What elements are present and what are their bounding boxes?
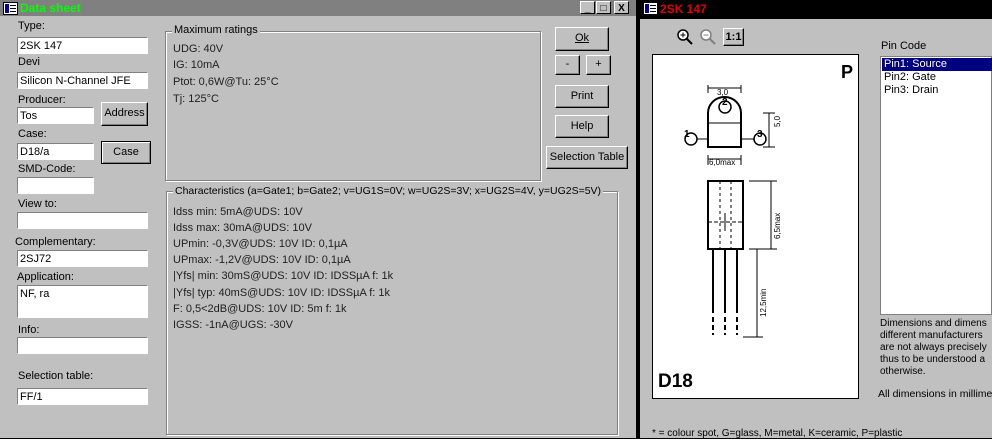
type-label: Type: bbox=[18, 20, 45, 32]
dimension-label: 6,0max bbox=[709, 158, 736, 167]
zoom-in-icon[interactable] bbox=[675, 28, 694, 46]
datasheet-titlebar[interactable]: Data sheet _ □ X bbox=[0, 0, 636, 16]
pin-label: 3 bbox=[757, 129, 763, 140]
application-label: Application: bbox=[17, 271, 74, 283]
characteristic-line: IGSS: -1nA@UGS: -30V bbox=[173, 319, 293, 331]
dimension-label: 5,0 bbox=[773, 115, 782, 127]
window-title: Data sheet bbox=[20, 1, 81, 15]
max-rating-line: UDG: 40V bbox=[173, 43, 224, 55]
smd-code-label: SMD-Code: bbox=[18, 163, 76, 175]
plus-button[interactable]: + bbox=[586, 55, 611, 75]
dimension-note-line: Dimensions and dimens bbox=[880, 318, 987, 329]
pin-code-item[interactable]: Pin3: Drain bbox=[882, 84, 940, 97]
case-view-window: 2SK 147 1:1 P 1 2 3 3,0 5,0 6,0max 6,5ma… bbox=[640, 0, 992, 439]
pin-code-item[interactable]: Pin1: Source bbox=[882, 58, 992, 71]
case-view-title: 2SK 147 bbox=[660, 2, 707, 16]
smd-code-field[interactable] bbox=[17, 177, 94, 194]
characteristic-line: UPmin: -0,3V@UDS: 10V ID: 0,1µA bbox=[173, 238, 348, 250]
max-ratings-title: Maximum ratings bbox=[172, 24, 260, 37]
complementary-field[interactable]: 2SJ72 bbox=[17, 250, 148, 267]
producer-label: Producer: bbox=[18, 94, 66, 106]
help-button[interactable]: Help bbox=[555, 115, 609, 138]
characteristic-line: UPmax: -1,2V@UDS: 10V ID: 0,1µA bbox=[173, 254, 351, 266]
close-button[interactable]: X bbox=[614, 1, 629, 14]
dimension-label: 12,5min bbox=[759, 288, 768, 317]
print-button[interactable]: Print bbox=[555, 85, 609, 108]
max-rating-line: IG: 10mA bbox=[173, 59, 220, 71]
actual-size-button[interactable]: 1:1 bbox=[723, 28, 744, 46]
characteristic-line: Idss min: 5mA@UDS: 10V bbox=[173, 206, 303, 218]
info-label: Info: bbox=[18, 324, 40, 336]
device-label: Devi bbox=[18, 56, 41, 68]
application-field[interactable]: NF, ra bbox=[17, 285, 148, 318]
case-label: Case: bbox=[18, 128, 47, 140]
max-rating-line: Tj: 125°C bbox=[173, 93, 219, 105]
pin-label: 1 bbox=[684, 129, 690, 140]
to92-outline bbox=[684, 85, 777, 338]
address-button[interactable]: Address bbox=[101, 102, 148, 126]
footer-legend: * = colour spot, G=glass, M=metal, K=cer… bbox=[652, 428, 903, 439]
selection-table-label: Selection table: bbox=[18, 370, 94, 382]
selection-table-field[interactable]: FF/1 bbox=[17, 388, 148, 405]
dimension-note-line: are not always precisely bbox=[880, 342, 987, 353]
all-dimensions-note: All dimensions in millimet bbox=[878, 388, 992, 400]
zoom-out-icon[interactable] bbox=[698, 28, 717, 46]
dimension-note-line: thus to be understood a bbox=[880, 354, 986, 365]
dimension-label: 6,5max bbox=[773, 212, 782, 239]
complementary-label: Complementary: bbox=[15, 236, 96, 248]
info-field[interactable] bbox=[17, 337, 148, 354]
case-name: D18 bbox=[658, 371, 693, 392]
datasheet-window: Data sheet _ □ X Type: 2SK 147 Devi Sili… bbox=[0, 0, 636, 438]
pin-code-label: Pin Code bbox=[881, 40, 927, 52]
characteristic-line: Idss max: 30mA@UDS: 10V bbox=[173, 222, 312, 234]
type-field[interactable]: 2SK 147 bbox=[17, 37, 148, 54]
minus-button[interactable]: - bbox=[555, 55, 580, 75]
characteristic-line: F: 0,5<2dB@UDS: 10V ID: 5m f: 1k bbox=[173, 303, 347, 315]
case-drawing: P 1 2 3 3,0 5,0 6,0max 6,5max 12,5min D1… bbox=[652, 54, 859, 399]
selection-table-button[interactable]: Selection Table bbox=[546, 146, 628, 169]
pin-code-list[interactable]: Pin1: Source Pin2: Gate Pin3: Drain bbox=[880, 56, 992, 315]
maximize-button[interactable]: □ bbox=[596, 1, 611, 14]
producer-field[interactable]: Tos bbox=[17, 107, 94, 124]
max-rating-line: Ptot: 0,6W@Tu: 25°C bbox=[173, 76, 279, 88]
pin-code-item[interactable]: Pin2: Gate bbox=[882, 71, 938, 84]
ok-button[interactable]: Ok bbox=[555, 27, 609, 51]
case-field[interactable]: D18/a bbox=[17, 143, 94, 160]
device-field[interactable]: Silicon N-Channel JFE bbox=[17, 72, 148, 89]
characteristics-title: Characteristics (a=Gate1; b=Gate2; v=UG1… bbox=[173, 185, 604, 198]
app-icon bbox=[3, 2, 18, 15]
minimize-button[interactable]: _ bbox=[580, 1, 595, 14]
app-icon bbox=[643, 2, 658, 15]
characteristic-line: |Yfs| typ: 40mS@UDS: 10V ID: IDSSµA f: 1… bbox=[173, 287, 391, 299]
case-button[interactable]: Case bbox=[101, 141, 151, 164]
dimension-label: 3,0 bbox=[717, 88, 729, 97]
dimension-note-line: different manufacturers bbox=[880, 330, 983, 341]
pin-label: 2 bbox=[722, 97, 728, 108]
characteristic-line: |Yfs| min: 30mS@UDS: 10V ID: IDSSµA f: 1… bbox=[173, 270, 394, 282]
case-view-titlebar[interactable]: 2SK 147 bbox=[640, 0, 992, 19]
dimension-note-line: otherwise. bbox=[880, 366, 926, 377]
view-to-field[interactable] bbox=[17, 212, 148, 229]
view-to-label: View to: bbox=[18, 198, 57, 210]
